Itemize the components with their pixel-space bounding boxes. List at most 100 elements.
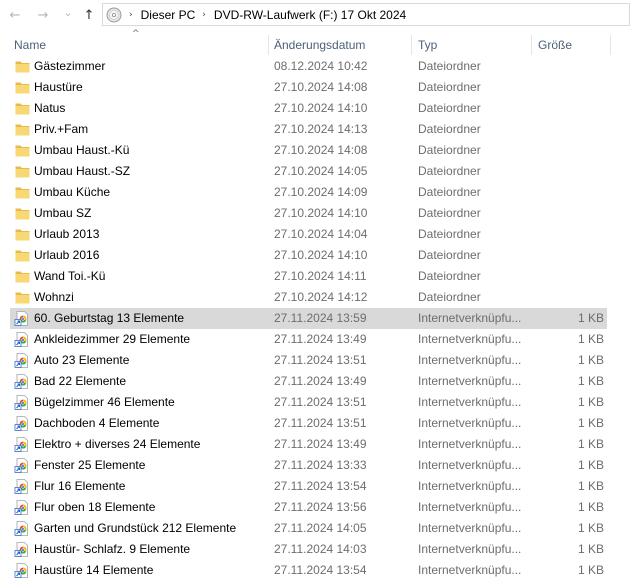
breadcrumb-separator-icon: › [129, 9, 133, 20]
file-row[interactable]: Wohnzi 27.10.2024 14:12 Dateiordner [10, 287, 607, 308]
file-type: Dateiordner [418, 206, 481, 220]
file-row[interactable]: Fenster 25 Elemente 27.11.2024 13:33 Inter… [10, 455, 607, 476]
file-type: Dateiordner [418, 227, 481, 241]
file-modified-date: 27.10.2024 14:12 [274, 290, 368, 304]
file-row[interactable]: Dachboden 4 Elemente 27.11.2024 13:51 Inte… [10, 413, 607, 434]
file-modified-date: 27.11.2024 13:54 [274, 479, 367, 493]
file-row[interactable]: Bügelzimmer 46 Elemente 27.11.2024 13:51 I… [10, 392, 607, 413]
file-type: Internetverknüpfu... [418, 479, 522, 493]
file-modified-date: 27.11.2024 13:51 [274, 416, 367, 430]
file-name: Bügelzimmer 46 Elemente [34, 395, 175, 409]
column-header-date[interactable]: Änderungsdatum [274, 33, 365, 57]
file-row[interactable]: Priv.+Fam 27.10.2024 14:13 Dateiordner [10, 119, 607, 140]
folder-icon [15, 250, 30, 262]
file-modified-date: 27.11.2024 13:51 [274, 353, 367, 367]
file-row[interactable]: Umbau Haust.-SZ 27.10.2024 14:05 Dateiordn… [10, 161, 607, 182]
file-name: Garten und Grundstück 212 Elemente [34, 521, 237, 535]
file-row[interactable]: Natus 27.10.2024 14:10 Dateiordner [10, 98, 607, 119]
file-name: Umbau Küche [34, 185, 111, 199]
file-type: Internetverknüpfu... [418, 437, 522, 451]
breadcrumb-this-pc[interactable]: Dieser PC [141, 8, 196, 22]
file-size: 1 KB [577, 458, 604, 472]
folder-icon [15, 187, 30, 199]
file-type: Dateiordner [418, 248, 481, 262]
file-row[interactable]: Umbau Küche 27.10.2024 14:09 Dateiordner [10, 182, 607, 203]
file-name: Wohnzi [34, 290, 74, 304]
file-type: Dateiordner [418, 164, 481, 178]
file-modified-date: 27.11.2024 13:59 [274, 311, 367, 325]
file-modified-date: 27.11.2024 13:49 [274, 437, 367, 451]
file-row[interactable]: Garten und Grundstück 212 Elemente 27.11.… [10, 518, 607, 539]
column-header-type[interactable]: Typ [418, 33, 437, 57]
file-size [532, 98, 604, 119]
file-row[interactable]: Elektro + diverses 24 Elemente 27.11.2024… [10, 434, 607, 455]
column-divider[interactable] [268, 35, 269, 55]
file-modified-date: 27.10.2024 14:10 [274, 248, 368, 262]
file-size: 1 KB [577, 353, 604, 367]
address-bar: ← → ⌄ ↑ › Dieser PC › DVD-RW-Laufwerk (F… [0, 0, 633, 30]
folder-icon [15, 271, 30, 283]
file-size: 1 KB [577, 374, 604, 388]
recent-locations-chevron-icon[interactable]: ⌄ [59, 3, 77, 21]
address-box[interactable]: › Dieser PC › DVD-RW-Laufwerk (F:) 17 Ok… [102, 3, 630, 26]
internet-shortcut-icon [14, 332, 28, 347]
file-type: Internetverknüpfu... [418, 500, 522, 514]
column-header-size[interactable]: Größe [538, 33, 572, 57]
file-row[interactable]: Urlaub 2016 27.10.2024 14:10 Dateiordner [10, 245, 607, 266]
file-name: Umbau Haust.-Kü [34, 143, 130, 157]
file-row[interactable]: Umbau SZ 27.10.2024 14:10 Dateiordner [10, 203, 607, 224]
file-name: Umbau SZ [34, 206, 92, 220]
file-size [532, 287, 604, 308]
file-row[interactable]: Bad 22 Elemente 27.11.2024 13:49 Internetv… [10, 371, 607, 392]
file-name: Auto 23 Elemente [34, 353, 130, 367]
back-arrow-icon[interactable]: ← [6, 6, 24, 24]
file-name: Urlaub 2013 [34, 227, 100, 241]
file-size: 1 KB [577, 479, 604, 493]
internet-shortcut-icon [14, 353, 28, 368]
file-name: Dachboden 4 Elemente [34, 416, 160, 430]
file-name: Bad 22 Elemente [34, 374, 127, 388]
file-modified-date: 27.10.2024 14:09 [274, 185, 368, 199]
column-divider[interactable] [531, 35, 532, 55]
file-row[interactable]: Haustür- Schlafz. 9 Elemente 27.11.2024 1… [10, 539, 607, 560]
file-size [532, 224, 604, 245]
file-row[interactable]: Auto 23 Elemente 27.11.2024 13:51 Internet… [10, 350, 607, 371]
file-name: Natus [34, 101, 66, 115]
column-header-name[interactable]: Name [14, 33, 46, 57]
file-size: 1 KB [577, 500, 604, 514]
file-row[interactable]: 60. Geburtstag 13 Elemente 27.11.2024 13:… [10, 308, 607, 329]
internet-shortcut-icon [14, 542, 28, 557]
file-size [532, 182, 604, 203]
file-modified-date: 27.10.2024 14:08 [274, 80, 368, 94]
file-row[interactable]: Haustüre 14 Elemente 27.11.2024 13:54 Inte… [10, 560, 607, 581]
file-type: Internetverknüpfu... [418, 311, 522, 325]
file-row[interactable]: Gästezimmer 08.12.2024 10:42 Dateiordner [10, 56, 607, 77]
file-row[interactable]: Wand Toi.-Kü 27.10.2024 14:11 Dateiordner [10, 266, 607, 287]
internet-shortcut-icon [14, 374, 28, 389]
internet-shortcut-icon [14, 416, 28, 431]
file-modified-date: 27.10.2024 14:13 [274, 122, 368, 136]
file-modified-date: 27.10.2024 14:08 [274, 143, 368, 157]
file-row[interactable]: Ankleidezimmer 29 Elemente 27.11.2024 13:… [10, 329, 607, 350]
file-row[interactable]: Urlaub 2013 27.10.2024 14:04 Dateiordner [10, 224, 607, 245]
internet-shortcut-icon [14, 500, 28, 515]
file-size [532, 119, 604, 140]
file-row[interactable]: Flur 16 Elemente 27.11.2024 13:54 Internet… [10, 476, 607, 497]
file-size: 1 KB [577, 542, 604, 556]
dvd-drive-icon [106, 7, 122, 22]
breadcrumb-dvd-drive[interactable]: DVD-RW-Laufwerk (F:) 17 Okt 2024 [214, 8, 406, 22]
file-name: Elektro + diverses 24 Elemente [34, 437, 201, 451]
file-row[interactable]: Umbau Haust.-Kü 27.10.2024 14:08 Dateiordn… [10, 140, 607, 161]
file-modified-date: 27.10.2024 14:11 [274, 269, 367, 283]
file-row[interactable]: Haustüre 27.10.2024 14:08 Dateiordner [10, 77, 607, 98]
up-arrow-icon[interactable]: ↑ [80, 6, 98, 24]
file-type: Internetverknüpfu... [418, 332, 522, 346]
file-row[interactable]: Flur oben 18 Elemente 27.11.2024 13:56 Int… [10, 497, 607, 518]
forward-arrow-icon[interactable]: → [34, 6, 52, 24]
file-modified-date: 27.11.2024 14:03 [274, 542, 367, 556]
internet-shortcut-icon [14, 479, 28, 494]
file-size: 1 KB [577, 395, 604, 409]
column-divider[interactable] [411, 35, 412, 55]
column-divider[interactable] [610, 35, 611, 55]
internet-shortcut-icon [14, 395, 28, 410]
